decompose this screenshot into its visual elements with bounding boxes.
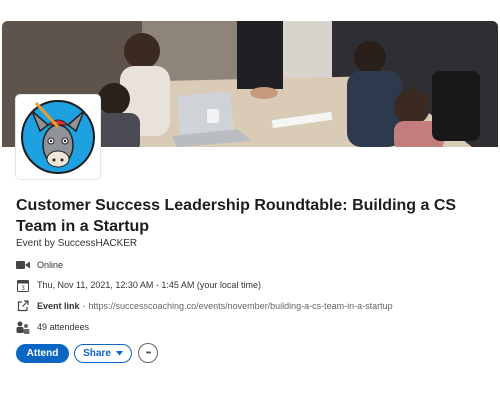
event-link-label: Event link <box>37 301 80 311</box>
share-button[interactable]: Share <box>74 344 132 363</box>
event-link-url[interactable]: https://successcoaching.co/events/novemb… <box>89 301 393 311</box>
video-camera-icon <box>16 258 30 272</box>
event-card: Customer Success Leadership Roundtable: … <box>0 0 500 400</box>
attend-button[interactable]: Attend <box>16 344 69 363</box>
separator: · <box>82 301 86 311</box>
caret-down-icon <box>115 348 123 359</box>
event-datetime: Thu, Nov 11, 2021, 12:30 AM - 1:45 AM (y… <box>37 280 261 290</box>
external-link-icon <box>16 299 30 313</box>
event-title: Customer Success Leadership Roundtable: … <box>16 197 457 235</box>
event-attendees-count[interactable]: 49 attendees <box>37 322 89 332</box>
event-organizer[interactable]: Event by SuccessHACKER <box>16 238 137 249</box>
calendar-icon: 3 <box>16 278 30 292</box>
event-location-type: Online <box>37 260 64 270</box>
event-location-row: Online <box>16 258 63 272</box>
people-icon <box>16 320 30 334</box>
organizer-logo <box>16 95 100 179</box>
event-attendees-row: 49 attendees <box>16 320 89 334</box>
more-options-button[interactable]: ••• <box>138 343 158 363</box>
event-link-row: Event link · https://successcoaching.co/… <box>16 299 393 313</box>
share-button-label: Share <box>83 348 111 359</box>
event-datetime-row: 3 Thu, Nov 11, 2021, 12:30 AM - 1:45 AM … <box>16 278 261 292</box>
